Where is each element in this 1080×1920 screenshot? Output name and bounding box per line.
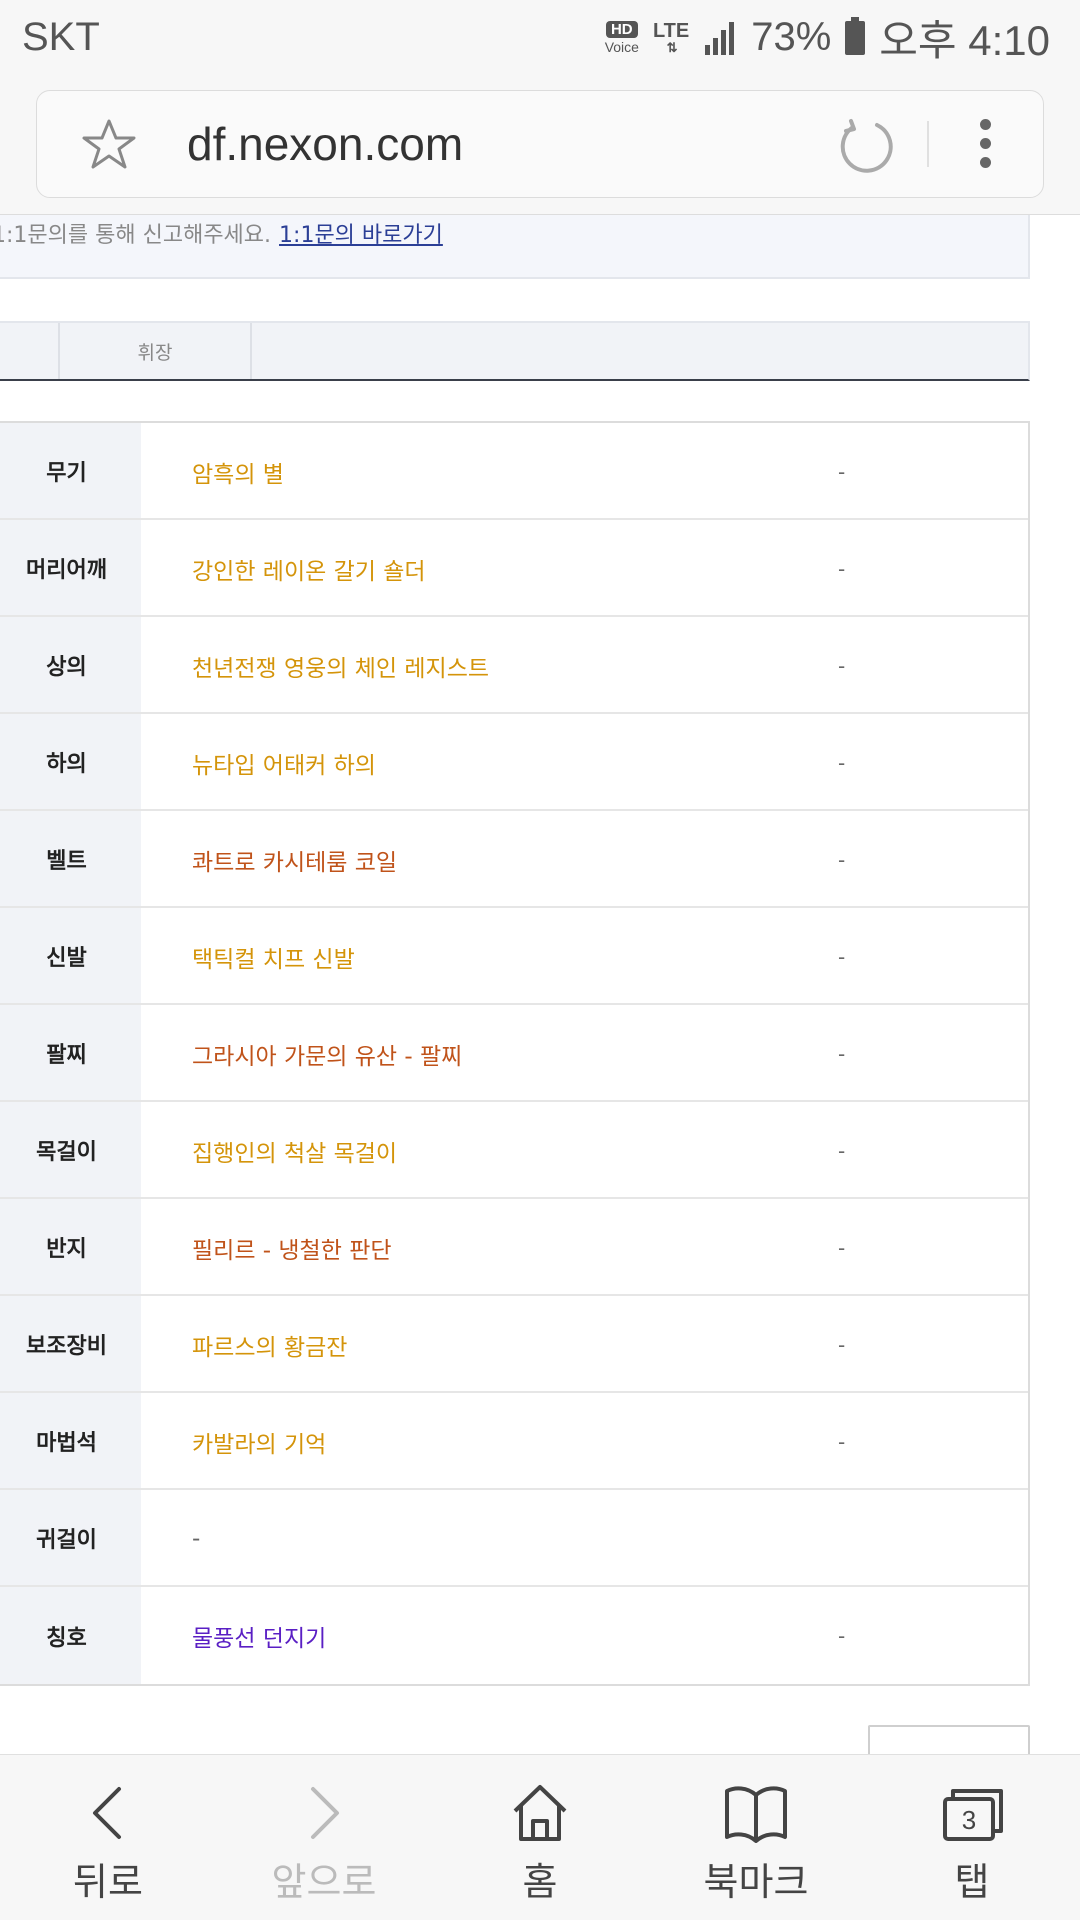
equipment-slot-label: 신발 — [0, 908, 141, 1003]
equipment-item-name[interactable]: - — [192, 1490, 200, 1587]
equipment-extra-value: - — [838, 1041, 846, 1066]
home-icon — [513, 1785, 567, 1841]
signal-icon — [705, 21, 735, 55]
equipment-item-name[interactable]: 암흑의 별 — [192, 423, 284, 520]
equipment-item-name[interactable]: 강인한 레이온 갈기 숄더 — [192, 520, 426, 617]
equipment-extra-value: - — [838, 750, 846, 775]
nav-bookmarks-label: 북마크 — [703, 1860, 809, 1904]
inquiry-link[interactable]: 1:1문의 바로가기 — [279, 223, 443, 248]
browser-toolbar: df.nexon.com — [0, 75, 1080, 215]
address-bar[interactable]: df.nexon.com — [36, 90, 1044, 198]
battery-percent: 73% — [751, 15, 832, 59]
network-label: LTE — [652, 20, 690, 42]
equipment-item-name[interactable]: 그라시아 가문의 유산 - 팔찌 — [192, 1005, 462, 1102]
equipment-extra-value: - — [838, 459, 846, 484]
nav-home-button[interactable]: 홈 — [432, 1755, 648, 1920]
lte-icon: LTE ⇅ — [652, 20, 690, 55]
equipment-extra-value: - — [838, 1332, 846, 1357]
status-bar: SKT HD Voice LTE ⇅ 73% 오후 4:10 — [0, 0, 1080, 75]
battery-icon — [845, 16, 866, 55]
clock: 오후 4:10 — [879, 17, 1050, 64]
nav-home-label: 홈 — [522, 1860, 558, 1904]
equipment-row: 무기 암흑의 별 - — [0, 423, 1028, 520]
nav-back-button[interactable]: 뒤로 — [0, 1755, 216, 1920]
equipment-slot-label: 상의 — [0, 617, 141, 712]
equipment-extra-value: - — [838, 944, 846, 969]
page-content: 1:1문의를 통해 신고해주세요. 1:1문의 바로가기 휘장 무기 암흑의 별-머… — [0, 215, 1080, 1755]
nav-tabs-label: 탭 — [954, 1860, 990, 1904]
report-notice: 1:1문의를 통해 신고해주세요. 1:1문의 바로가기 — [0, 215, 1030, 279]
bottom-navigation: 뒤로 앞으로 홈 북마크 3 탭 — [0, 1754, 1080, 1920]
nav-tabs-button[interactable]: 3 탭 — [864, 1755, 1080, 1920]
equipment-row: 반지 필리르 - 냉철한 판단 - — [0, 1199, 1028, 1296]
equipment-row: 머리어깨 강인한 레이온 갈기 숄더 - — [0, 520, 1028, 617]
equipment-slot-label: 무기 — [0, 423, 141, 518]
tabs-icon: 3 — [943, 1789, 1003, 1841]
equipment-row: 칭호 물풍선 던지기 - — [0, 1587, 1028, 1684]
equipment-row: 팔찌 그라시아 가문의 유산 - 팔찌 - — [0, 1005, 1028, 1102]
tab-emblem[interactable]: 휘장 — [58, 323, 252, 379]
equipment-item-name[interactable]: 물풍선 던지기 — [192, 1587, 326, 1684]
toolbar-divider — [927, 121, 929, 167]
equipment-row: 하의 뉴타입 어태커 하의 - — [0, 714, 1028, 811]
equipment-slot-label: 머리어깨 — [0, 520, 141, 615]
carrier-label: SKT — [22, 15, 100, 59]
voice-label: Voice — [604, 39, 639, 55]
notice-text: 1:1문의를 통해 신고해주세요. — [0, 223, 272, 248]
more-menu-icon[interactable] — [977, 119, 993, 171]
hd-voice-icon: HD Voice — [605, 21, 639, 54]
nav-forward-button[interactable]: 앞으로 — [216, 1755, 432, 1920]
equipment-item-name[interactable]: 파르스의 황금잔 — [192, 1296, 347, 1393]
equipment-slot-label: 벨트 — [0, 811, 141, 906]
chevron-right-icon — [311, 1787, 339, 1839]
equipment-item-name[interactable]: 필리르 - 냉철한 판단 — [192, 1199, 392, 1296]
equipment-row: 상의 천년전쟁 영웅의 체인 레지스트 - — [0, 617, 1028, 714]
equipment-slot-label: 마법석 — [0, 1393, 141, 1488]
status-icons: HD Voice LTE ⇅ 73% 오후 4:10 — [605, 7, 1050, 68]
chevron-left-icon — [93, 1787, 121, 1839]
equipment-extra-value: - — [838, 847, 846, 872]
equipment-item-name[interactable]: 택틱컬 치프 신발 — [192, 908, 355, 1005]
nav-forward-label: 앞으로 — [271, 1860, 377, 1904]
nav-bookmarks-button[interactable]: 북마크 — [648, 1755, 864, 1920]
more-button[interactable] — [868, 1725, 1030, 1755]
equipment-extra-value: - — [838, 653, 846, 678]
equipment-slot-label: 칭호 — [0, 1587, 141, 1684]
equipment-row: 보조장비 파르스의 황금잔 - — [0, 1296, 1028, 1393]
equipment-extra-value: - — [838, 1138, 846, 1163]
equipment-slot-label: 팔찌 — [0, 1005, 141, 1100]
equipment-row: 목걸이 집행인의 척살 목걸이 - — [0, 1102, 1028, 1199]
nav-back-label: 뒤로 — [73, 1860, 143, 1904]
equipment-row: 신발 택틱컬 치프 신발 - — [0, 908, 1028, 1005]
bookmark-star-icon[interactable] — [81, 117, 137, 173]
equipment-row: 마법석 카발라의 기억 - — [0, 1393, 1028, 1490]
hd-label: HD — [605, 21, 638, 38]
equipment-tabs: 휘장 — [0, 321, 1030, 381]
equipment-slot-label: 귀걸이 — [0, 1490, 141, 1585]
equipment-table: 무기 암흑의 별 - 머리어깨 강인한 레이온 갈기 숄더 - 상의 천년전쟁 영웅의 체인 … — [0, 421, 1030, 1686]
tab-count: 3 — [962, 1805, 976, 1835]
equipment-extra-value: - — [838, 1429, 846, 1454]
equipment-slot-label: 하의 — [0, 714, 141, 809]
equipment-item-name[interactable]: 천년전쟁 영웅의 체인 레지스트 — [192, 617, 489, 714]
url-text[interactable]: df.nexon.com — [187, 117, 463, 171]
equipment-slot-label: 보조장비 — [0, 1296, 141, 1391]
equipment-item-name[interactable]: 콰트로 카시테룸 코일 — [192, 811, 397, 908]
reload-icon[interactable] — [837, 117, 893, 173]
equipment-extra-value: - — [838, 556, 846, 581]
book-icon — [725, 1786, 787, 1843]
equipment-row: 귀걸이 - — [0, 1490, 1028, 1587]
equipment-extra-value: - — [838, 1623, 846, 1648]
equipment-slot-label: 반지 — [0, 1199, 141, 1294]
equipment-item-name[interactable]: 뉴타입 어태커 하의 — [192, 714, 376, 811]
equipment-item-name[interactable]: 카발라의 기억 — [192, 1393, 326, 1490]
equipment-slot-label: 목걸이 — [0, 1102, 141, 1197]
equipment-extra-value: - — [838, 1235, 846, 1260]
equipment-item-name[interactable]: 집행인의 척살 목걸이 — [192, 1102, 397, 1199]
equipment-row: 벨트 콰트로 카시테룸 코일 - — [0, 811, 1028, 908]
